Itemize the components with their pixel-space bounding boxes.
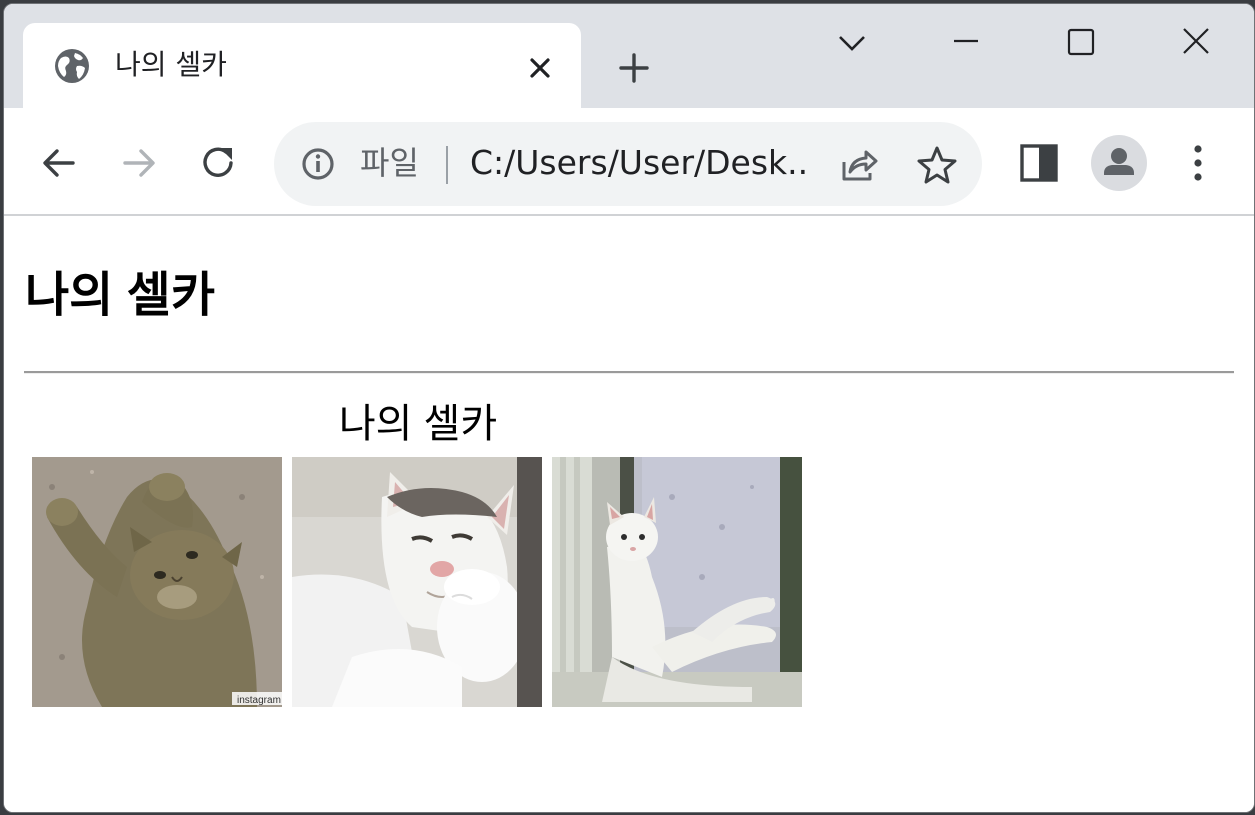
share-icon[interactable] bbox=[838, 144, 880, 186]
image-caption: 나의 셀카 bbox=[338, 402, 498, 446]
page-content: 나의 셀카 나의 셀카 instagram bbox=[4, 216, 1254, 812]
close-window-icon[interactable] bbox=[1176, 26, 1216, 62]
browser-toolbar: 파일 C:/Users/User/Desk... bbox=[4, 108, 1254, 216]
forward-arrow-icon[interactable] bbox=[117, 141, 161, 185]
back-arrow-icon[interactable] bbox=[37, 141, 81, 185]
tab-search-chevron-down-icon[interactable] bbox=[832, 26, 872, 62]
instagram-watermark: instagram bbox=[237, 695, 281, 706]
photo-white-cat-by-window bbox=[552, 457, 802, 707]
side-panel-icon[interactable] bbox=[1017, 141, 1061, 185]
globe-icon bbox=[55, 49, 89, 83]
new-tab-plus-icon[interactable] bbox=[616, 50, 652, 86]
minimize-icon[interactable] bbox=[946, 26, 986, 62]
close-tab-icon[interactable] bbox=[525, 53, 555, 83]
photo-white-cat-chin-on-paw bbox=[292, 457, 542, 707]
url-text[interactable]: C:/Users/User/Desk... bbox=[470, 140, 810, 186]
tab-strip: 나의 셀카 bbox=[4, 4, 1254, 109]
tab-title: 나의 셀카 bbox=[115, 48, 227, 81]
more-vertical-icon[interactable] bbox=[1176, 141, 1220, 185]
address-bar[interactable]: 파일 C:/Users/User/Desk... bbox=[274, 122, 982, 206]
bookmark-star-icon[interactable] bbox=[916, 144, 958, 186]
active-tab[interactable]: 나의 셀카 bbox=[23, 23, 581, 109]
scheme-label: 파일 bbox=[360, 144, 419, 182]
browser-window: 나의 셀카 파일 C:/Users/User/Desk... 나의 셀카 나의 … bbox=[3, 3, 1255, 813]
maximize-icon[interactable] bbox=[1061, 26, 1101, 62]
reload-icon[interactable] bbox=[197, 141, 241, 185]
info-icon[interactable] bbox=[300, 146, 336, 182]
omnibox-divider bbox=[446, 146, 448, 184]
profile-avatar[interactable] bbox=[1091, 135, 1147, 191]
page-heading: 나의 셀카 bbox=[25, 269, 215, 322]
photo-tabby-cat: instagram bbox=[32, 457, 282, 707]
person-icon bbox=[1104, 148, 1134, 175]
horizontal-rule bbox=[24, 371, 1234, 374]
